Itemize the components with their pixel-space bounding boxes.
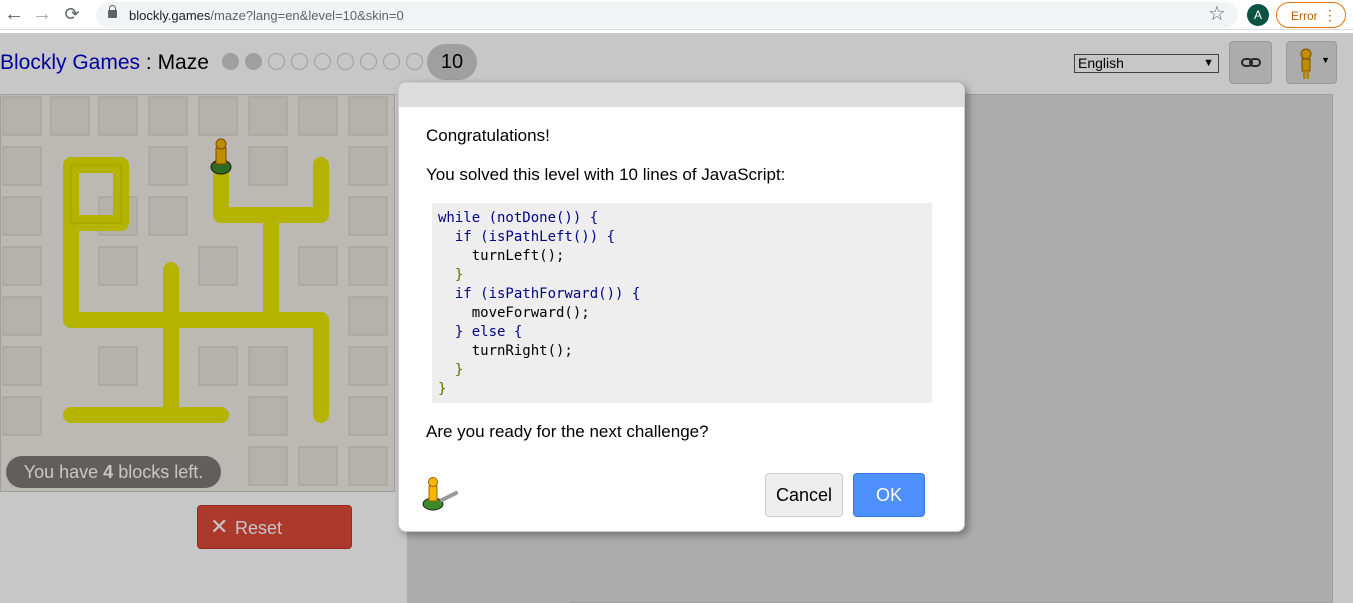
url-text: blockly.games/maze?lang=en&level=10&skin… (129, 8, 404, 23)
address-bar[interactable]: blockly.games/maze?lang=en&level=10&skin… (96, 2, 1238, 28)
lock-icon (108, 5, 117, 18)
code-line: turnRight(); (438, 343, 573, 359)
code-line: } else { (438, 324, 523, 340)
code-line: } (438, 267, 464, 283)
profile-avatar[interactable]: A (1247, 4, 1269, 26)
error-label: Error (1291, 9, 1318, 23)
dialog-header[interactable] (399, 83, 964, 107)
code-line: if (isPathForward()) { (438, 286, 641, 302)
code-line: turnLeft(); (438, 248, 565, 264)
cancel-button[interactable]: Cancel (765, 473, 843, 517)
forward-arrow-icon[interactable]: → (30, 3, 54, 27)
pegman-icon (422, 477, 458, 511)
dialog-congrats: Congratulations! (426, 126, 550, 145)
congratulations-dialog: Congratulations! You solved this level w… (398, 82, 965, 532)
code-line: while (notDone()) { (438, 210, 599, 226)
reload-icon[interactable]: ⟳ (60, 3, 84, 27)
error-button[interactable]: Error ⋮ (1276, 2, 1346, 28)
code-block: while (notDone()) { if (isPathLeft()) { … (432, 203, 932, 403)
back-arrow-icon[interactable]: ← (2, 3, 26, 27)
code-line: moveForward(); (438, 305, 590, 321)
kebab-menu-icon: ⋮ (1323, 7, 1337, 23)
ok-button[interactable]: OK (853, 473, 925, 517)
code-line: } (438, 381, 447, 397)
code-line: if (isPathLeft()) { (438, 229, 616, 245)
dialog-question: Are you ready for the next challenge? (426, 422, 709, 441)
code-line: } (438, 362, 464, 378)
browser-toolbar: ← → ⟳ blockly.games/maze?lang=en&level=1… (0, 0, 1353, 30)
dialog-solved-text: You solved this level with 10 lines of J… (426, 165, 786, 184)
bookmark-star-icon[interactable]: ☆ (1208, 3, 1226, 25)
